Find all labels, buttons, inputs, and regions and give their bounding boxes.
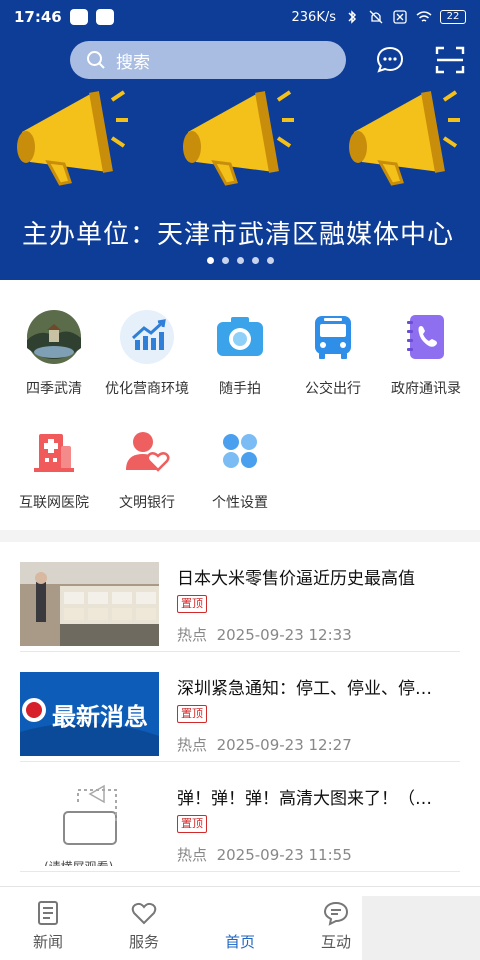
service-label: 政府通讯录 [391,381,461,397]
carousel-dot[interactable] [221,257,229,264]
tab-home[interactable]: 首页 [192,887,461,952]
service-label: 四季武清 [26,381,82,397]
megaphone-illustration [17,90,128,186]
megaphone-illustration [349,90,460,186]
service-item-internet-hospital[interactable]: 互联网医院 [6,422,102,512]
carousel-dot[interactable] [236,257,244,264]
user-heart-icon [118,422,176,480]
news-thumbnail[interactable]: 最新消息 [20,672,159,756]
service-label: 文明银行 [119,495,175,511]
news-title[interactable]: 弹！弹！弹！高清大图来了！（… [177,784,460,809]
news-category: 热点 [177,736,208,754]
service-label: 互联网医院 [19,495,89,511]
news-thumbnail[interactable]: (请横屏观看) [20,782,159,866]
landscape-photo-icon [25,308,83,366]
search-icon [87,51,105,69]
corner-shade [362,896,480,960]
news-time: 2025-09-23 12:27 [216,736,352,754]
news-meta: 热点 2025-09-23 12:27 [177,734,352,755]
chat-icon [323,901,349,926]
tab-label: 新闻 [32,933,63,951]
news-meta: 热点 2025-09-23 11:55 [177,844,352,865]
mute-bell-icon [369,10,383,24]
service-label: 随手拍 [219,381,261,397]
section-divider [0,530,480,542]
tab-label: 首页 [224,933,255,951]
tab-label: 服务 [128,933,159,951]
thumbnail-caption: 最新消息 [52,703,148,731]
no-sim-icon [393,10,407,24]
service-label: 公交出行 [305,381,361,397]
service-item-business-environment[interactable]: 优化营商环境 [99,308,195,398]
news-item[interactable]: 最新消息 深圳紧急通知：停工、停业、停… 置顶 热点 2025-09-23 12… [20,652,460,762]
news-time: 2025-09-23 12:33 [216,626,352,644]
megaphone-illustration [183,90,294,186]
notification-app-icon [69,9,88,25]
carousel-dot[interactable] [266,257,274,264]
pinned-badge: 置顶 [177,595,207,613]
wifi-icon [416,11,432,22]
tab-news[interactable]: 新闻 [0,899,96,952]
chart-icon [118,308,176,366]
service-item-snapshot[interactable]: 随手拍 [192,308,288,398]
service-grid: 四季武清 优化营商环境 随手拍 公交出行 政府通讯录 互联网医院 文明银行 个性… [0,280,480,530]
heart-icon [131,902,157,925]
news-meta: 热点 2025-09-23 12:33 [177,624,352,645]
news-category: 热点 [177,626,208,644]
carousel-dot[interactable] [251,257,259,264]
tab-label: 互动 [320,933,351,951]
news-thumbnail[interactable] [20,562,159,646]
network-speed: 236K/s [291,9,337,25]
phone-book-icon [397,308,455,366]
search-placeholder: 搜索 [116,52,150,73]
service-item-personal-settings[interactable]: 个性设置 [192,422,288,512]
service-item-bus[interactable]: 公交出行 [285,308,381,398]
newspaper-icon [38,901,58,925]
hero-banner[interactable]: 17:46 236K/s 22 搜索 主办单位：天津市武清区融媒体中心 [0,0,480,280]
news-title[interactable]: 深圳紧急通知：停工、停业、停… [177,674,460,699]
bus-icon [304,308,362,366]
search-input[interactable]: 搜索 [70,41,346,79]
carousel-dot[interactable] [206,257,214,264]
news-item[interactable]: 日本大米零售价逼近历史最高值 置顶 热点 2025-09-23 12:33 [20,542,460,652]
status-time: 17:46 [14,8,62,26]
status-bar: 17:46 236K/s 22 [0,0,480,34]
news-category: 热点 [177,846,208,864]
message-icon[interactable] [374,44,406,76]
pinned-badge: 置顶 [177,815,207,833]
battery-indicator: 22 [440,10,466,24]
thumbnail-caption: (请横屏观看) [44,858,113,866]
news-time: 2025-09-23 11:55 [216,846,352,864]
bluetooth-icon [348,10,357,24]
notification-app-icon [95,9,114,25]
service-label: 个性设置 [212,495,268,511]
grid-settings-icon [211,422,269,480]
camera-icon [211,308,269,366]
service-item-gov-directory[interactable]: 政府通讯录 [378,308,474,398]
banner-caption: 主办单位：天津市武清区融媒体中心 [22,220,455,250]
hospital-icon [25,422,83,480]
tab-services[interactable]: 服务 [96,899,192,952]
service-label: 优化营商环境 [105,381,189,397]
pinned-badge: 置顶 [177,705,207,723]
scan-icon[interactable] [434,44,466,76]
service-item-civility-bank[interactable]: 文明银行 [99,422,195,512]
service-item-siji-wuqing[interactable]: 四季武清 [6,308,102,398]
carousel-dots[interactable] [0,257,480,264]
news-title[interactable]: 日本大米零售价逼近历史最高值 [177,564,460,589]
news-item[interactable]: (请横屏观看) 弹！弹！弹！高清大图来了！（… 置顶 热点 2025-09-23… [20,762,460,872]
